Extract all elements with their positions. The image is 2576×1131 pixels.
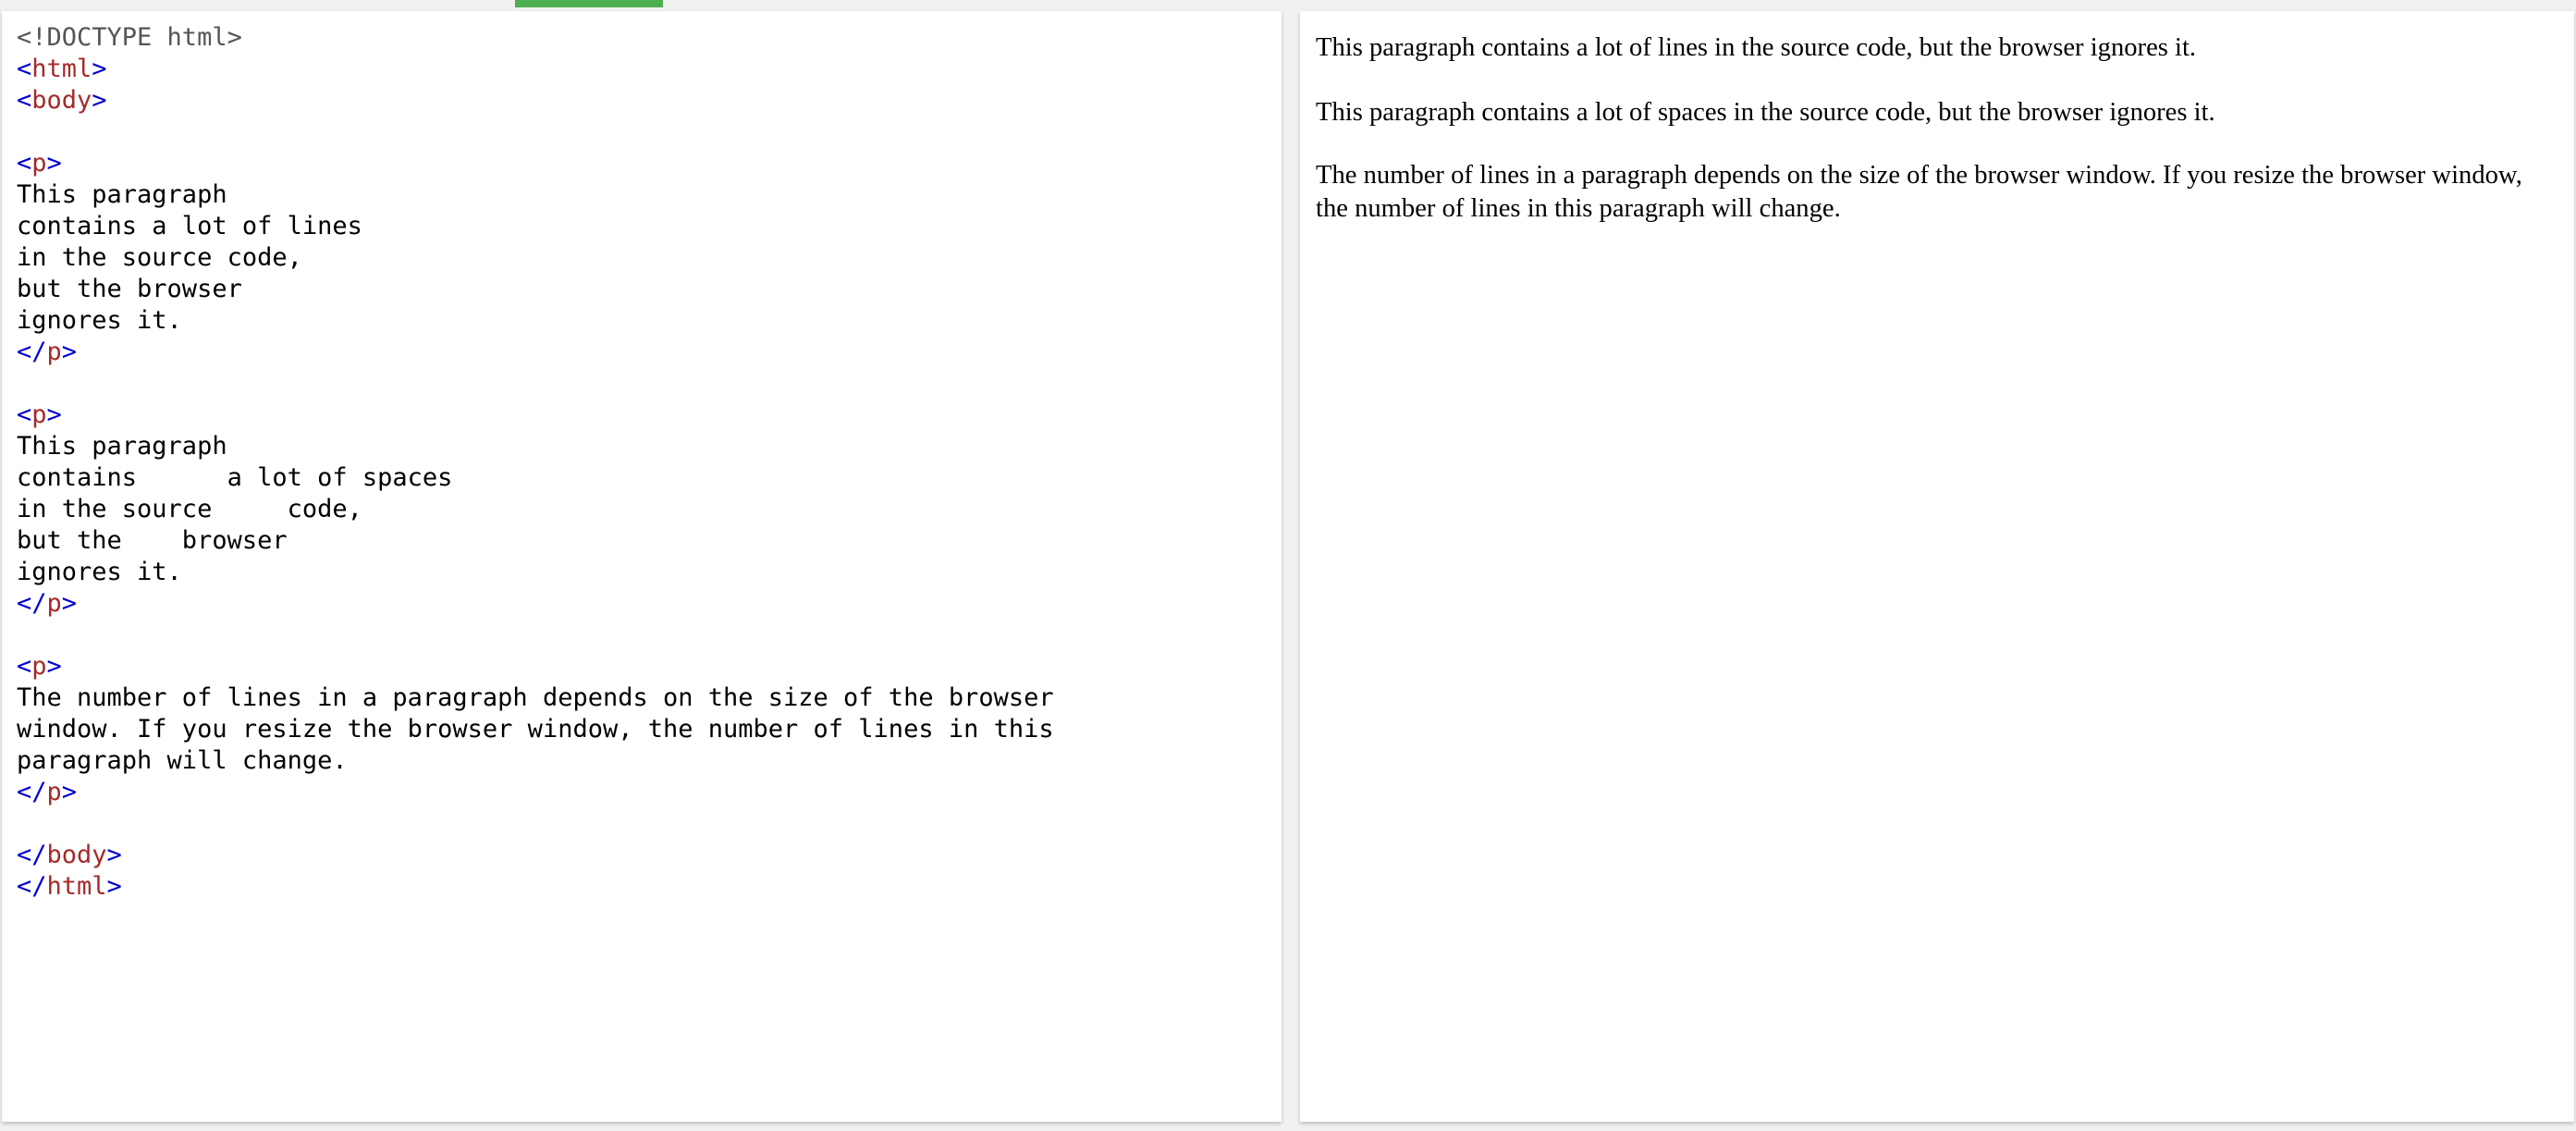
code-tag-p1-close: p xyxy=(46,338,62,366)
code-tag-p2-close: p xyxy=(46,589,62,618)
code-tag-p2-open: p xyxy=(31,400,47,429)
code-tag-html-close: html xyxy=(46,872,107,901)
source-code[interactable]: <!DOCTYPE html> <html> <body> <p> This p… xyxy=(17,22,1282,903)
code-tag-p3-close: p xyxy=(46,778,62,806)
result-paragraph-1: This paragraph contains a lot of lines i… xyxy=(1316,33,2197,62)
result-paragraph-2: This paragraph contains a lot of spaces … xyxy=(1316,98,2215,127)
code-tag-body-close: body xyxy=(46,841,107,869)
code-tag-body-open: body xyxy=(31,86,92,115)
code-tag-html-open: html xyxy=(31,55,92,83)
result-preview-panel: This paragraph contains a lot of lines i… xyxy=(1300,11,2574,1122)
active-tab-indicator xyxy=(515,0,663,7)
code-editor-panel[interactable]: <!DOCTYPE html> <html> <body> <p> This p… xyxy=(2,11,1282,1122)
code-tag-p1-open: p xyxy=(31,149,47,178)
code-p1-text: This paragraph contains a lot of lines i… xyxy=(17,180,362,335)
code-tag-p3-open: p xyxy=(31,652,47,681)
code-p2-text: This paragraph contains a lot of spaces … xyxy=(17,432,453,586)
code-p3-text: The number of lines in a paragraph depen… xyxy=(17,683,1054,775)
code-doctype: <!DOCTYPE html> xyxy=(17,23,242,52)
result-paragraph-3: The number of lines in a paragraph depen… xyxy=(1316,161,2522,223)
